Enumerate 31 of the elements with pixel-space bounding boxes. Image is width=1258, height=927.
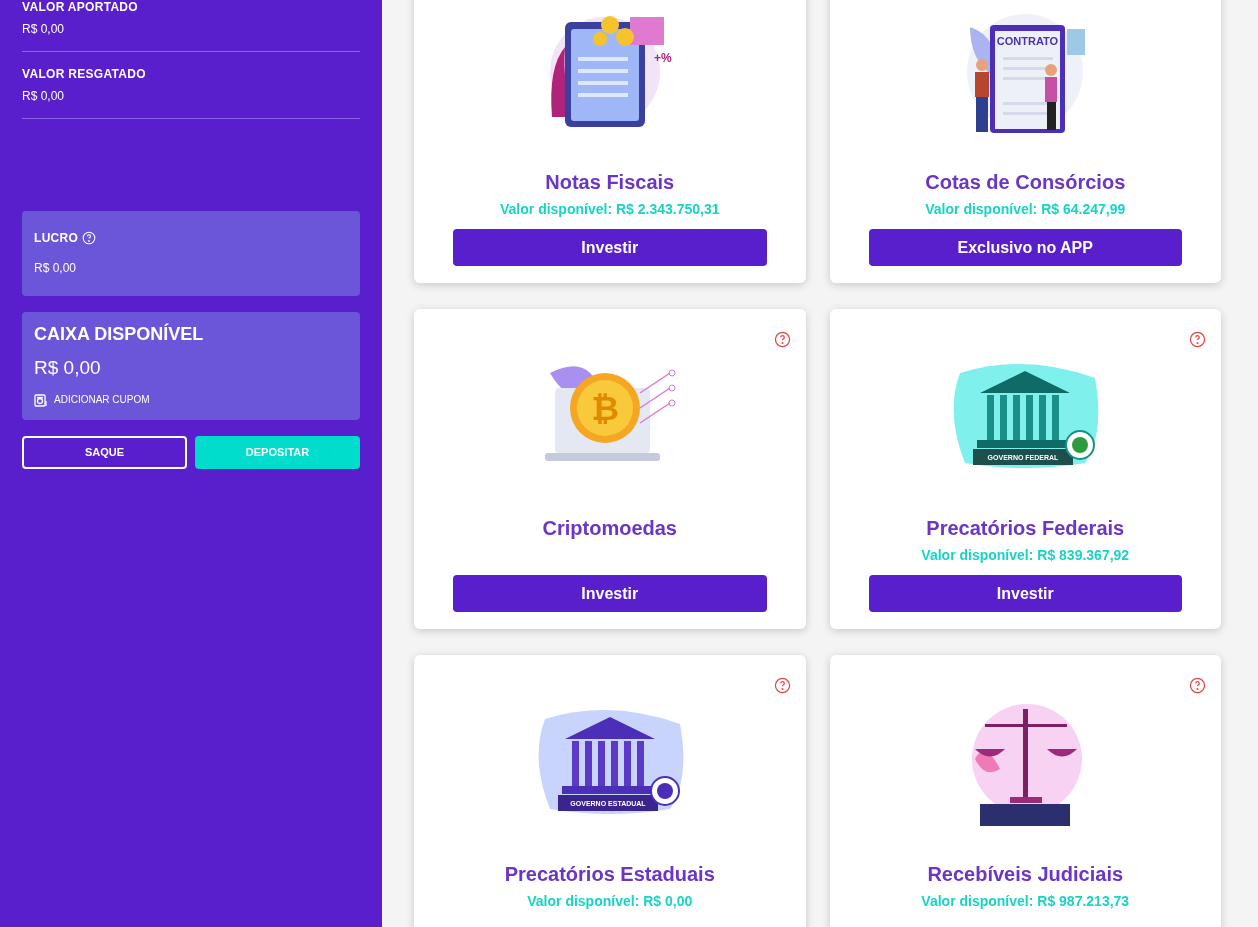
summary-label: VALOR APORTADO [22, 0, 139, 14]
product-title: Precatórios Estaduais [504, 862, 715, 886]
withdraw-button[interactable]: SAQUE [22, 436, 187, 469]
available-value: Valor disponível: R$ 0,00 [527, 892, 693, 910]
bitcoin-laptop-drawing: ₿ [529, 353, 690, 483]
available-value: Valor disponível: R$ 64.247,99 [925, 200, 1126, 218]
summary-value: R$ 0,00 [22, 89, 66, 103]
invest-button[interactable]: Exclusivo no APP [868, 229, 1182, 266]
product-title: Criptomoedas [542, 516, 677, 540]
cash-value: R$ 0,00 [34, 356, 102, 380]
product-title: Cotas de Consórcios [925, 170, 1126, 194]
invest-button[interactable]: Investir [453, 575, 767, 612]
invest-button[interactable]: Investir [453, 229, 767, 266]
profit-value: R$ 0,00 [34, 260, 78, 277]
available-value: Valor disponível: R$ 2.343.750,31 [500, 200, 720, 218]
product-title: Notas Fiscais [545, 170, 675, 194]
add-coupon-button[interactable]: ADICIONAR CUPOM [34, 392, 150, 407]
help-icon[interactable] [773, 331, 791, 348]
profit-label: LUCRO [34, 230, 79, 247]
summary-value: R$ 0,00 [22, 22, 66, 36]
cash-label: CAIXA DISPONÍVEL [34, 322, 205, 346]
help-icon[interactable] [1189, 331, 1206, 348]
help-icon[interactable] [773, 677, 791, 694]
coupon-icon [34, 392, 48, 407]
help-icon[interactable] [1189, 677, 1206, 694]
available-value: Valor disponível: R$ 839.367,92 [921, 546, 1130, 564]
available-value: Valor disponível: R$ 987.213,73 [921, 892, 1130, 910]
product-title: Precatórios Federais [926, 516, 1125, 540]
invest-button[interactable]: Investir [868, 575, 1182, 612]
summary-label: VALOR RESGATADO [22, 67, 147, 81]
product-title: Recebíveis Judiciais [927, 862, 1124, 886]
